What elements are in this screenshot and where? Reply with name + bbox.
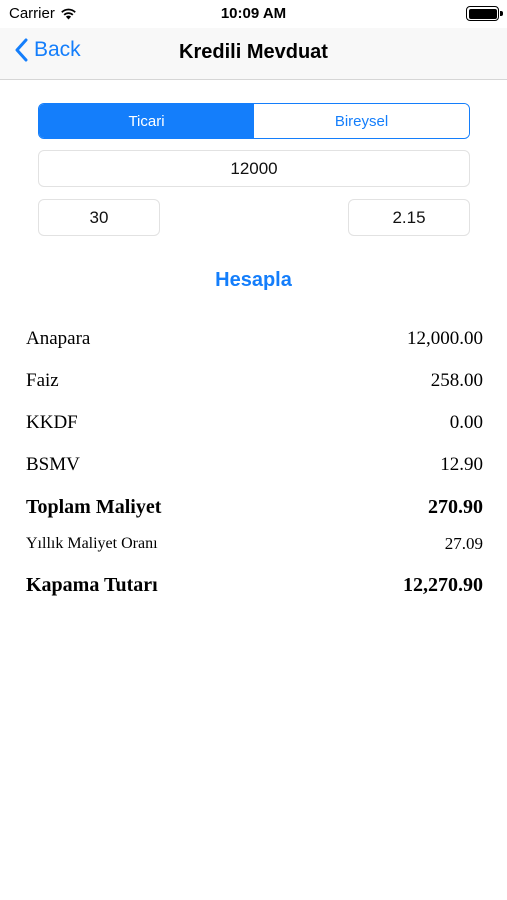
result-label: BSMV [26,454,80,475]
result-row-yillik-maliyet-orani: Yıllık Maliyet Oranı 27.09 [26,534,483,554]
result-value: 270.90 [428,496,483,518]
result-label: Anapara [26,328,91,349]
result-value: 12.90 [440,454,483,475]
calculate-button[interactable]: Hesapla [0,269,507,292]
result-row-anapara: Anapara 12,000.00 [26,328,483,350]
result-value: 0.00 [449,412,483,433]
result-label: Toplam Maliyet [26,496,162,518]
result-row-kkdf: KKDF 0.00 [26,412,483,434]
navigation-bar: Back Kredili Mevduat [0,28,507,80]
rate-input[interactable]: 2.15 [348,199,470,236]
status-bar: Carrier 10:09 AM [0,0,507,28]
result-label: KKDF [26,412,78,433]
result-label: Yıllık Maliyet Oranı [26,535,158,552]
result-value: 27.09 [444,534,483,553]
result-label: Kapama Tutarı [26,574,158,596]
result-row-kapama-tutari: Kapama Tutarı 12,270.90 [26,574,483,597]
result-value: 12,000.00 [407,328,483,349]
days-input[interactable]: 30 [38,199,160,236]
segment-ticari[interactable]: Ticari [39,104,254,138]
result-value: 258.00 [430,370,483,391]
result-row-toplam-maliyet: Toplam Maliyet 270.90 [26,496,483,519]
result-value: 12,270.90 [403,574,483,596]
segment-bireysel[interactable]: Bireysel [254,104,469,138]
result-label: Faiz [26,370,59,391]
status-time: 10:09 AM [220,5,287,22]
customer-type-segmented-control: Ticari Bireysel [38,103,470,139]
amount-input[interactable]: 12000 [38,150,470,187]
result-row-bsmv: BSMV 12.90 [26,454,483,476]
page-title: Kredili Mevduat [179,41,328,63]
battery-icon [466,6,503,21]
result-row-faiz: Faiz 258.00 [26,370,483,392]
